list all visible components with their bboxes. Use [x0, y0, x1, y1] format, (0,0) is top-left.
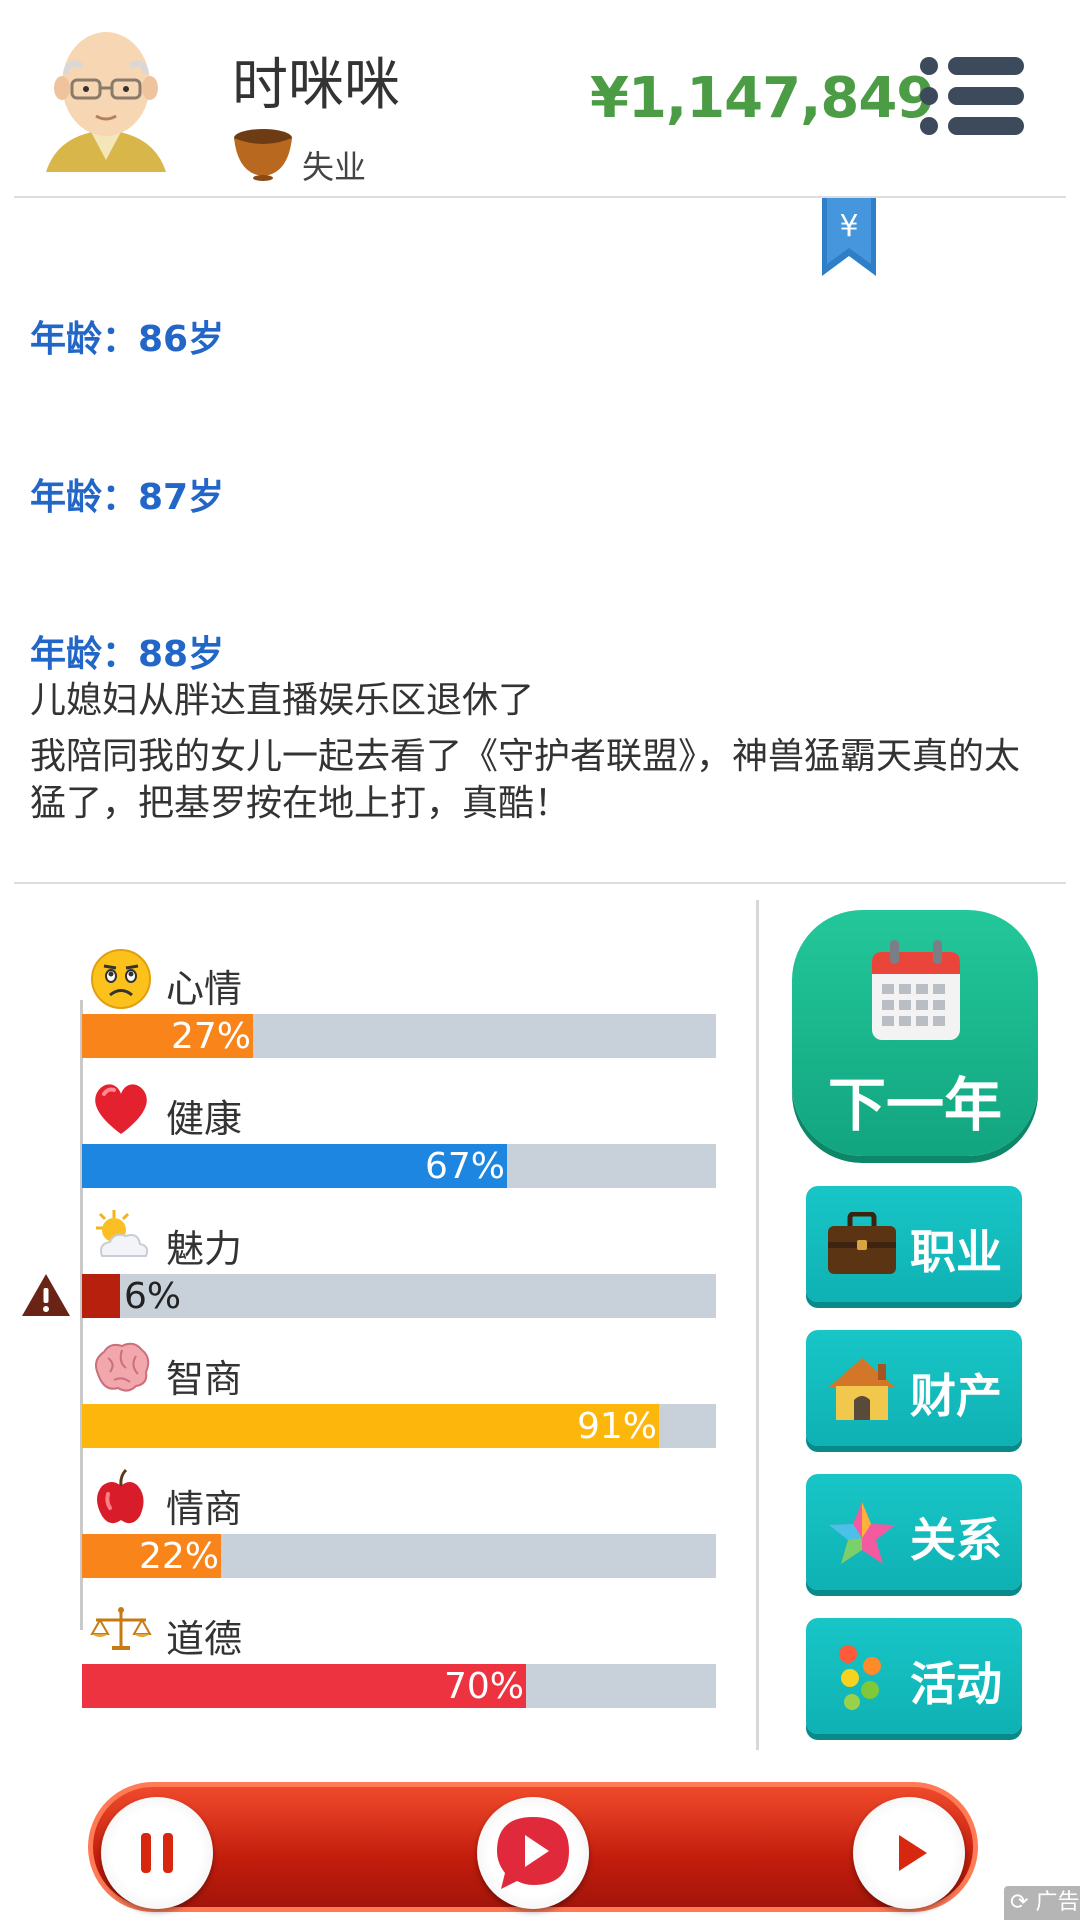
star-icon	[829, 1502, 895, 1564]
stat-value: 6%	[124, 1276, 182, 1317]
sun-cloud-icon	[96, 1210, 149, 1257]
career-button[interactable]: 职业	[806, 1186, 1022, 1302]
header: 时咪咪 失业 ¥1,147,849	[0, 0, 1080, 196]
stat-value: 27%	[170, 1016, 251, 1057]
stat-bar: 27%	[82, 1014, 716, 1058]
calendar-icon	[872, 940, 960, 1040]
game-screen: 时咪咪 失业 ¥1,147,849 ¥ 年龄：86岁 年龄：87岁 年龄：88岁…	[0, 0, 1080, 1920]
begging-bowl-icon	[234, 129, 292, 181]
stat-label: 健康	[166, 1097, 243, 1141]
menu-icon[interactable]	[920, 56, 1024, 136]
stat-eq: 情商 22%	[0, 1468, 760, 1598]
play-bubble-icon	[497, 1817, 569, 1889]
relations-button[interactable]: 关系	[806, 1474, 1022, 1590]
old-man-avatar[interactable]	[38, 22, 174, 178]
activities-button[interactable]: 活动	[806, 1618, 1022, 1734]
pause-button[interactable]	[101, 1797, 213, 1909]
scales-icon	[90, 1607, 152, 1650]
activities-dots-icon	[839, 1645, 881, 1710]
playback-bar	[88, 1782, 978, 1912]
stat-iq: 智商 91%	[0, 1338, 760, 1468]
age-entry-88: 年龄：88岁	[30, 634, 225, 675]
heart-icon	[95, 1084, 147, 1134]
age-entry-86: 年龄：86岁	[30, 319, 225, 360]
stat-label: 魅力	[166, 1227, 243, 1271]
ad-text: 广告	[1035, 1890, 1080, 1915]
stat-value: 70%	[443, 1666, 524, 1707]
activities-label: 活动	[910, 1657, 1002, 1711]
log-event: 儿媳妇从胖达直播娱乐区退休了	[30, 680, 535, 721]
stat-label: 智商	[166, 1357, 243, 1401]
assets-button[interactable]: 财产	[806, 1330, 1022, 1446]
log-event: 我陪同我的女儿一起去看了《守护者联盟》，神兽猛霸天真的太猛了，把基罗按在地上打，…	[30, 736, 1021, 824]
stat-morality: 道德 70%	[0, 1598, 760, 1728]
stat-label: 道德	[166, 1617, 243, 1661]
stat-label: 情商	[166, 1487, 243, 1531]
stat-bar: 67%	[82, 1144, 716, 1188]
relations-label: 关系	[910, 1513, 1002, 1567]
pause-icon	[141, 1833, 173, 1873]
house-icon	[828, 1358, 896, 1420]
next-year-label: 下一年	[827, 1071, 1002, 1139]
log-divider	[14, 882, 1066, 884]
stat-bar: 6%	[82, 1274, 716, 1318]
play-normal-button[interactable]	[477, 1797, 589, 1909]
stat-value: 67%	[424, 1146, 505, 1187]
apple-icon	[97, 1468, 144, 1524]
next-year-button[interactable]: 下一年	[792, 910, 1038, 1156]
warning-icon	[22, 1274, 70, 1316]
money-balance: ¥1,147,849	[590, 66, 935, 131]
stat-bar: 22%	[82, 1534, 716, 1578]
svg-text:¥: ¥	[839, 209, 858, 244]
player-name: 时咪咪	[232, 53, 400, 118]
age-entry-87: 年龄：87岁	[30, 477, 225, 518]
assets-label: 财产	[910, 1369, 1002, 1423]
stat-bar-fill	[82, 1274, 120, 1318]
brain-icon	[95, 1342, 150, 1392]
play-icon	[899, 1835, 927, 1871]
stat-bar: 91%	[82, 1404, 716, 1448]
job-status: 失业	[302, 148, 367, 186]
fast-forward-button[interactable]	[853, 1797, 965, 1909]
stat-health: 健康 67%	[0, 1078, 760, 1208]
sad-face-icon	[91, 949, 151, 1009]
stat-value: 91%	[576, 1406, 657, 1447]
career-label: 职业	[910, 1225, 1002, 1279]
stat-bar-fill	[82, 1404, 659, 1448]
header-divider	[14, 196, 1066, 198]
ad-label[interactable]: ⟳ 广告	[1004, 1886, 1080, 1920]
stat-label: 心情	[166, 967, 243, 1011]
stat-mood: 心情 27%	[0, 948, 760, 1078]
yuan-bookmark-icon[interactable]: ¥	[820, 198, 878, 278]
stat-value: 22%	[138, 1536, 219, 1577]
briefcase-icon	[828, 1212, 896, 1274]
stat-bar: 70%	[82, 1664, 716, 1708]
stat-charm: 魅力 6%	[0, 1208, 760, 1338]
